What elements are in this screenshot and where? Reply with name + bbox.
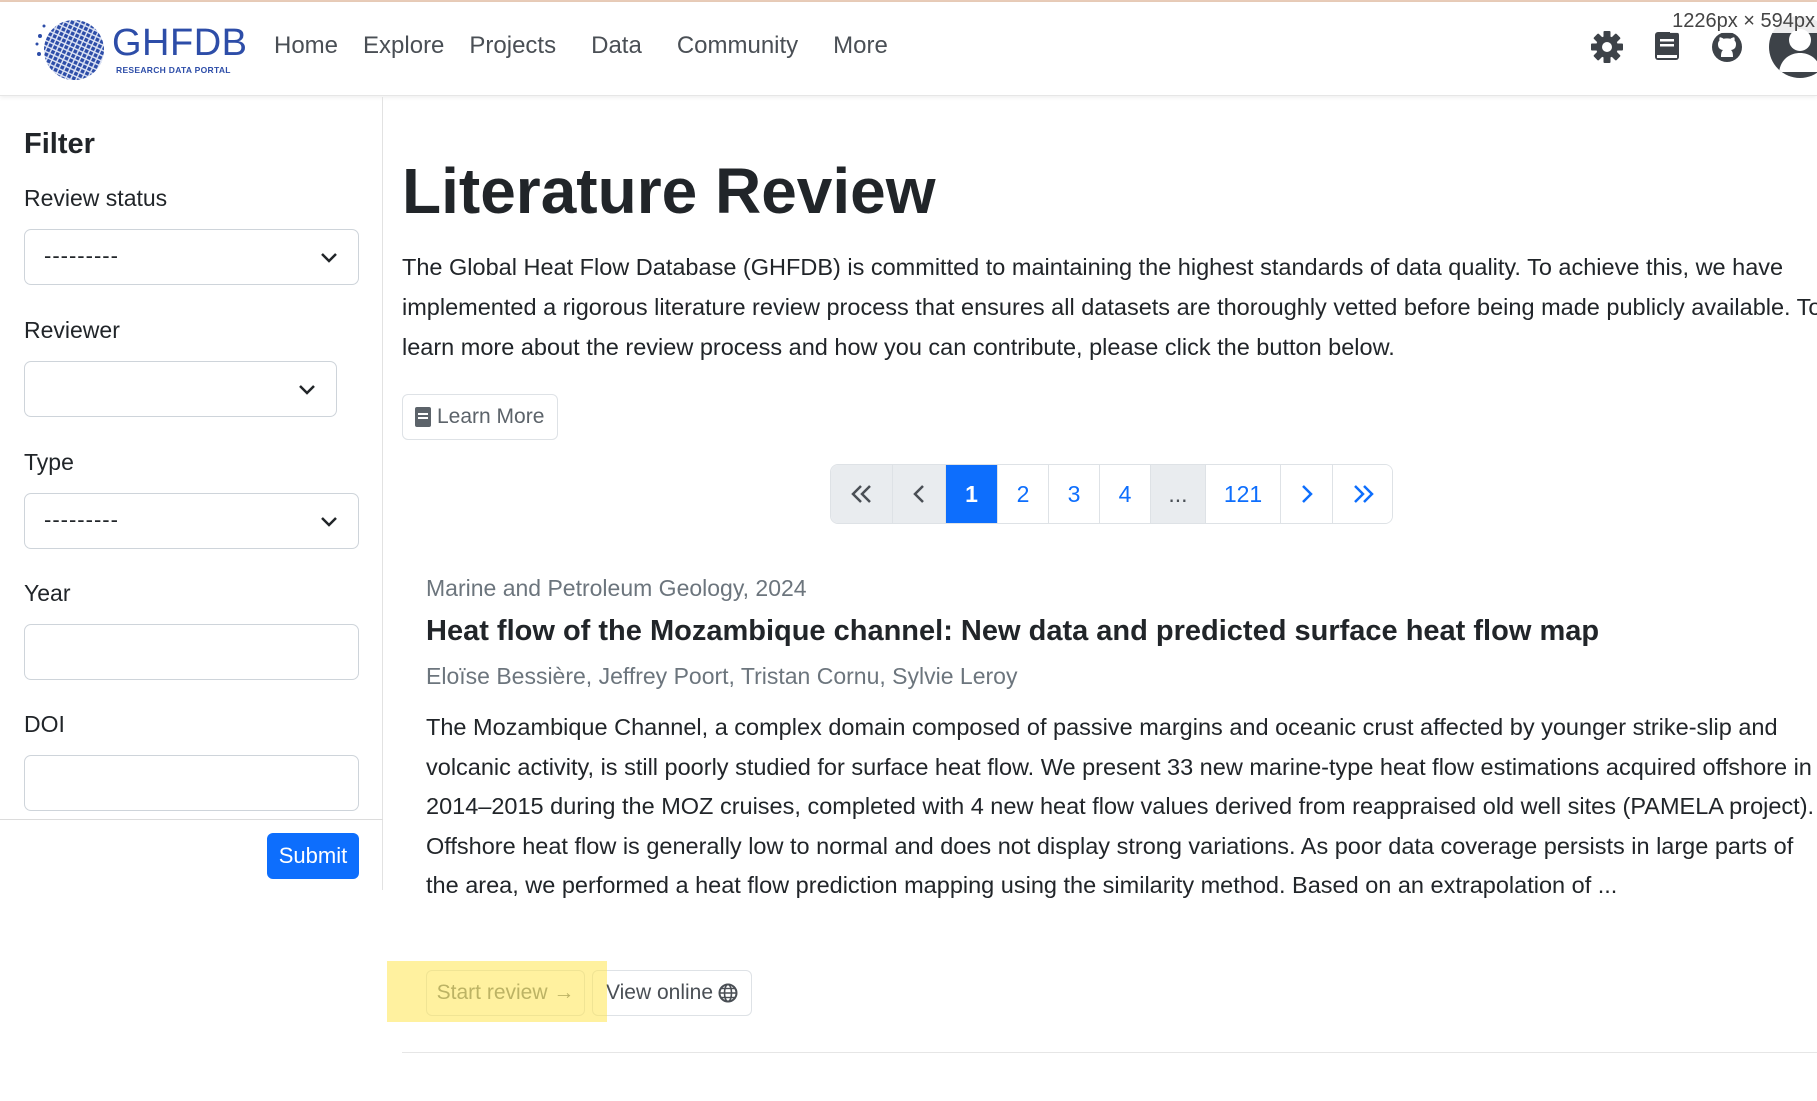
- reviewer-label: Reviewer: [24, 317, 120, 343]
- article-actions: Start review → View online: [426, 970, 752, 1016]
- view-online-button[interactable]: View online: [592, 970, 752, 1016]
- doi-label: DOI: [24, 711, 65, 737]
- pagination-page-2[interactable]: 2: [997, 465, 1048, 523]
- main-content: Literature Review The Global Heat Flow D…: [384, 97, 1817, 1101]
- pagination: 1 2 3 4 ... 121: [830, 464, 1393, 524]
- learn-more-button[interactable]: Learn More: [402, 394, 558, 440]
- book-icon[interactable]: [1647, 27, 1687, 67]
- type-select[interactable]: ---------: [24, 493, 359, 549]
- year-label: Year: [24, 580, 71, 606]
- sidebar-divider: [0, 819, 383, 820]
- learn-more-label: Learn More: [437, 405, 545, 428]
- year-input[interactable]: [24, 624, 359, 680]
- review-status-label: Review status: [24, 185, 168, 211]
- double-chevron-right-icon: [1353, 485, 1374, 503]
- nav-data[interactable]: Data: [591, 32, 642, 60]
- github-icon[interactable]: [1707, 27, 1747, 67]
- review-status-select[interactable]: ---------: [24, 229, 359, 285]
- view-online-label: View online: [605, 981, 714, 1004]
- reviewer-select[interactable]: [24, 361, 337, 417]
- globe-logo-icon: [34, 10, 114, 90]
- article-abstract: The Mozambique Channel, a complex domain…: [426, 714, 1815, 898]
- pagination-first[interactable]: [831, 465, 892, 523]
- review-status-value: ---------: [44, 243, 119, 268]
- article-divider: [402, 1052, 1817, 1053]
- chevron-down-icon: [299, 385, 315, 395]
- filter-sidebar: Filter Review status --------- Reviewer …: [0, 97, 383, 890]
- pagination-prev[interactable]: [892, 465, 945, 523]
- pagination-page-last[interactable]: 121: [1205, 465, 1280, 523]
- doi-input[interactable]: [24, 755, 359, 811]
- article-journal: Marine and Petroleum Geology, 2024: [426, 575, 807, 601]
- article-authors: Eloïse Bessière, Jeffrey Poort, Tristan …: [426, 663, 1018, 689]
- intro-paragraph: The Global Heat Flow Database (GHFDB) is…: [402, 254, 1817, 360]
- chevron-down-icon: [321, 253, 337, 263]
- article-card: Marine and Petroleum Geology, 2024 Heat …: [426, 575, 1816, 906]
- pagination-page-3[interactable]: 3: [1048, 465, 1099, 523]
- chevron-down-icon: [321, 517, 337, 527]
- navbar: GHFDB RESEARCH DATA PORTAL Home Explore …: [0, 2, 1817, 96]
- submit-button[interactable]: Submit: [267, 833, 359, 879]
- double-chevron-left-icon: [850, 485, 871, 503]
- pagination-page-4[interactable]: 4: [1099, 465, 1150, 523]
- nav-home[interactable]: Home: [274, 32, 338, 60]
- brand-subtitle: RESEARCH DATA PORTAL: [116, 65, 231, 75]
- viewport-size-readout: 1226px × 594px: [1670, 10, 1817, 33]
- pagination-last[interactable]: [1332, 465, 1392, 523]
- page-title: Literature Review: [402, 155, 936, 227]
- globe-icon: [718, 983, 738, 1003]
- chevron-right-icon: [1301, 485, 1313, 503]
- filter-title: Filter: [24, 128, 95, 160]
- type-value: ---------: [44, 507, 119, 532]
- brand-logo[interactable]: GHFDB RESEARCH DATA PORTAL: [34, 10, 247, 90]
- book-icon: [415, 407, 431, 427]
- nav-community[interactable]: Community: [677, 32, 798, 60]
- nav-more[interactable]: More: [833, 32, 888, 60]
- type-label: Type: [24, 449, 74, 475]
- pagination-next[interactable]: [1280, 465, 1332, 523]
- chevron-left-icon: [913, 485, 924, 503]
- start-review-button[interactable]: Start review →: [426, 970, 585, 1016]
- article-title[interactable]: Heat flow of the Mozambique channel: New…: [426, 615, 1816, 663]
- pagination-page-1[interactable]: 1: [945, 465, 997, 523]
- pagination-ellipsis: ...: [1150, 465, 1205, 523]
- nav-projects[interactable]: Projects: [469, 32, 556, 60]
- nav-explore[interactable]: Explore: [363, 32, 444, 60]
- nav-links: Home Explore Projects Data Community Mor…: [274, 32, 913, 60]
- gear-icon[interactable]: [1587, 27, 1627, 67]
- brand-name: GHFDB: [112, 22, 248, 64]
